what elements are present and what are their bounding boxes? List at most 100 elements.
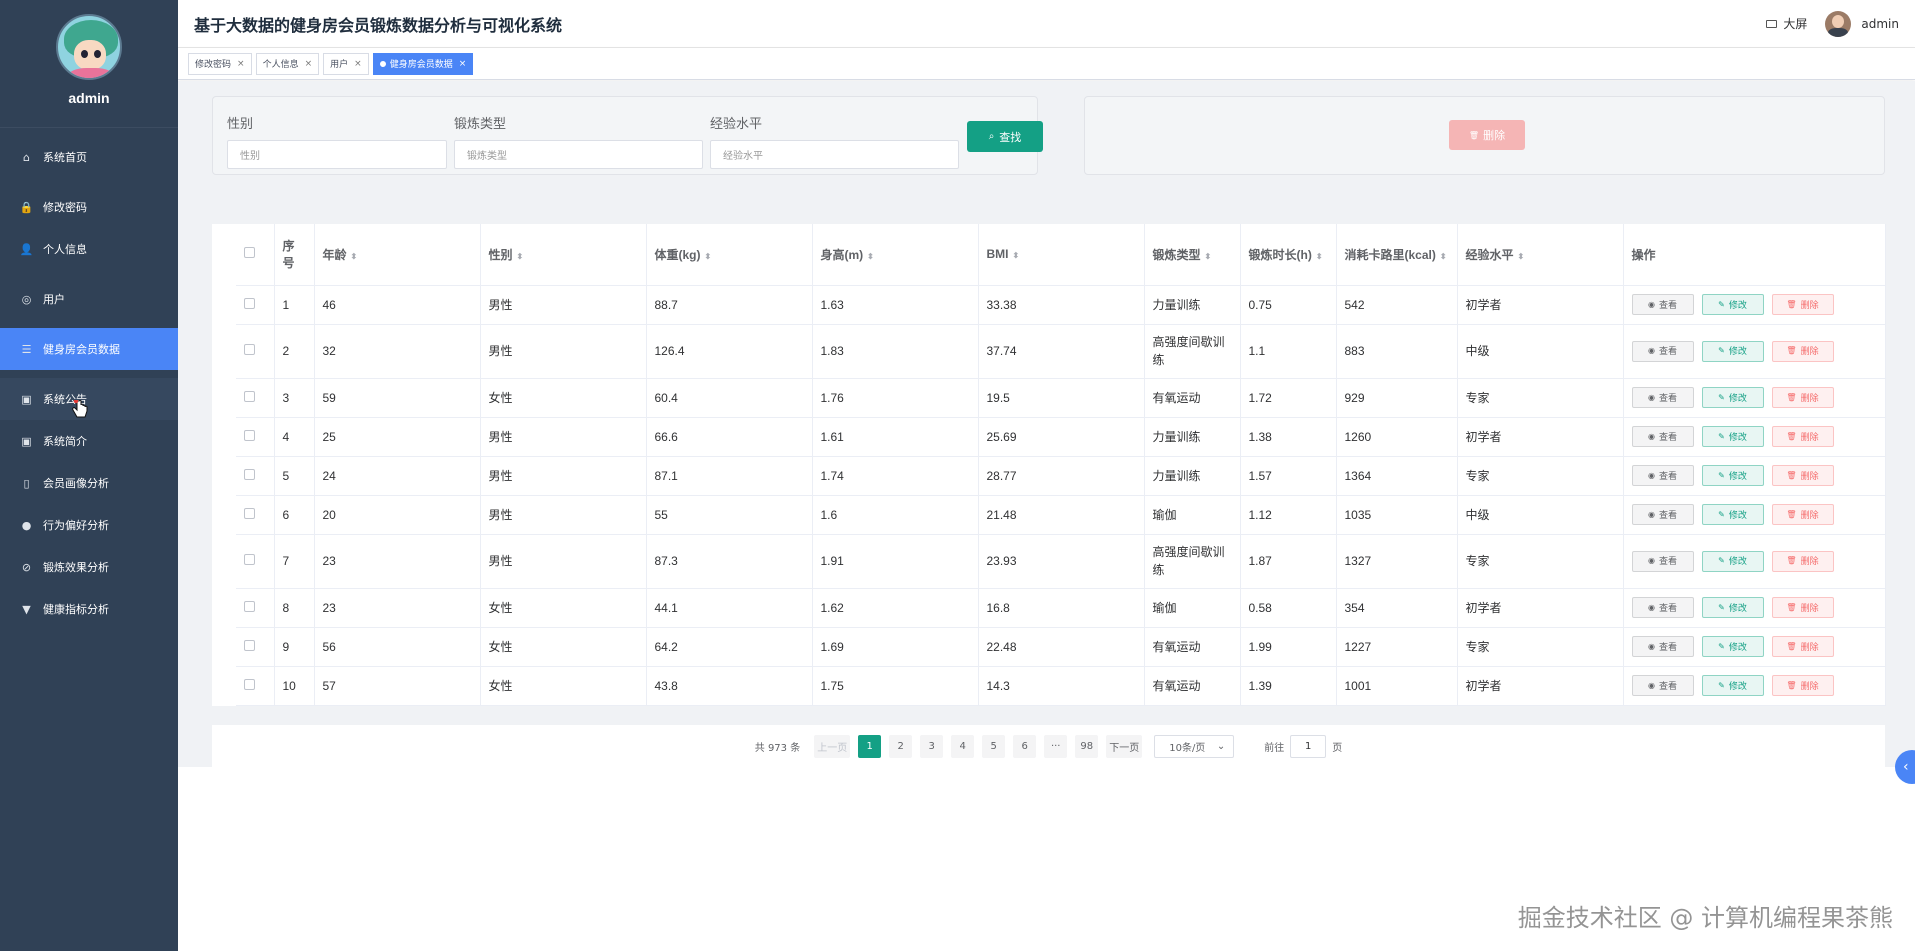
experience-level-input[interactable]: 经验水平 — [710, 140, 959, 169]
tag-1[interactable]: 个人信息 × — [255, 52, 320, 75]
sort-icon[interactable]: ⬍ — [1440, 252, 1447, 261]
edit-button[interactable]: ✎ 修改 — [1701, 597, 1764, 618]
view-button[interactable]: ◉ 查看 — [1631, 340, 1694, 362]
collapse-toggle-button[interactable]: ‹ — [1895, 750, 1915, 784]
tag-0[interactable]: 修改密码 × — [188, 52, 252, 75]
sort-icon[interactable]: ⬍ — [867, 252, 874, 261]
view-button[interactable]: ◉ 查看 — [1631, 636, 1694, 657]
delete-button[interactable]: 🗑 删除 — [1771, 636, 1834, 657]
edit-button[interactable]: ✎ 修改 — [1701, 675, 1764, 696]
search-button[interactable]: ⌕ 查找 — [967, 121, 1043, 152]
row-checkbox[interactable] — [244, 600, 255, 612]
delete-button[interactable]: 🗑 删除 — [1771, 550, 1834, 572]
column-header[interactable]: 性别 ⬍ — [480, 224, 647, 286]
row-checkbox[interactable] — [244, 639, 255, 651]
view-button[interactable]: ◉ 查看 — [1631, 465, 1694, 486]
sidebar-item-7[interactable]: ▯ 会员画像分析 — [0, 462, 178, 504]
sidebar-item-5[interactable]: ▣ 系统公告 — [0, 378, 178, 420]
sort-icon[interactable]: ⬍ — [705, 252, 712, 261]
edit-button[interactable]: ✎ 修改 — [1701, 387, 1764, 408]
sort-icon[interactable]: ⬍ — [351, 252, 358, 261]
page-number-button[interactable]: 98 — [1075, 734, 1099, 758]
view-button[interactable]: ◉ 查看 — [1631, 597, 1694, 618]
edit-button[interactable]: ✎ 修改 — [1701, 426, 1764, 447]
column-header[interactable]: 经验水平 ⬍ — [1457, 224, 1624, 286]
row-checkbox[interactable] — [244, 344, 255, 355]
sidebar-item-9[interactable]: ⊘ 锻炼效果分析 — [0, 546, 178, 588]
delete-button[interactable]: 🗑 删除 — [1771, 597, 1834, 618]
row-checkbox[interactable] — [244, 390, 255, 402]
delete-button[interactable]: 🗑 删除 — [1771, 387, 1834, 408]
page-number-button[interactable]: ··· — [1044, 734, 1068, 758]
avatar[interactable] — [56, 14, 122, 80]
sort-icon[interactable]: ⬍ — [1316, 252, 1323, 261]
select-all-checkbox[interactable] — [244, 247, 255, 259]
view-button[interactable]: ◉ 查看 — [1631, 504, 1694, 525]
view-button[interactable]: ◉ 查看 — [1631, 550, 1694, 572]
exercise-type-input[interactable]: 锻炼类型 — [454, 140, 703, 169]
tag-3[interactable]: 健身房会员数据 × — [372, 52, 474, 75]
close-icon[interactable]: × — [305, 59, 313, 69]
column-header[interactable]: 体重(kg) ⬍ — [646, 224, 813, 286]
row-checkbox[interactable] — [244, 507, 255, 519]
next-page-button[interactable]: 下一页 — [1106, 734, 1143, 758]
sidebar-item-6[interactable]: ▣ 系统简介 — [0, 420, 178, 462]
page-number-button[interactable]: 6 — [1013, 734, 1037, 758]
sort-icon[interactable]: ⬍ — [1013, 251, 1020, 260]
row-checkbox[interactable] — [244, 429, 255, 441]
sidebar-item-1[interactable]: 🔒 修改密码 — [0, 186, 178, 228]
sort-icon[interactable]: ⬍ — [517, 252, 524, 261]
gender-input[interactable]: 性别 — [227, 140, 447, 169]
sidebar-item-10[interactable]: ▼ 健康指标分析 — [0, 588, 178, 630]
view-button[interactable]: ◉ 查看 — [1631, 387, 1694, 408]
close-icon[interactable]: × — [237, 59, 245, 69]
sidebar-item-8[interactable]: ● 行为偏好分析 — [0, 504, 178, 546]
column-header[interactable]: 消耗卡路里(kcal) ⬍ — [1336, 224, 1458, 286]
goto-page-input[interactable]: 1 — [1290, 734, 1327, 758]
page-number-button[interactable]: 1 — [858, 734, 882, 758]
edit-button[interactable]: ✎ 修改 — [1701, 504, 1764, 525]
close-icon[interactable]: × — [354, 59, 362, 69]
column-header[interactable]: 年龄 ⬍ — [314, 224, 481, 286]
delete-button[interactable]: 🗑 删除 — [1771, 294, 1834, 315]
page-number-button[interactable]: 2 — [889, 734, 913, 758]
user-avatar[interactable] — [1825, 10, 1852, 37]
tag-2[interactable]: 用户 × — [323, 52, 369, 75]
delete-button[interactable]: 🗑 删除 — [1771, 340, 1834, 362]
delete-button[interactable]: 🗑 删除 — [1771, 504, 1834, 525]
sidebar-item-3[interactable]: ◎ 用户 — [0, 278, 178, 320]
batch-delete-button[interactable]: 🗑 删除 — [1449, 120, 1525, 150]
row-checkbox[interactable] — [244, 554, 255, 565]
column-header[interactable]: 锻炼类型 ⬍ — [1144, 224, 1241, 286]
bigscreen-link[interactable]: 大屏 — [1766, 15, 1807, 32]
sidebar-item-4[interactable]: ☰ 健身房会员数据 — [0, 328, 178, 370]
edit-button[interactable]: ✎ 修改 — [1701, 294, 1764, 315]
row-checkbox[interactable] — [244, 297, 255, 309]
column-header[interactable]: 身高(m) ⬍ — [812, 224, 979, 286]
edit-button[interactable]: ✎ 修改 — [1701, 550, 1764, 572]
column-header[interactable]: 锻炼时长(h) ⬍ — [1240, 224, 1337, 286]
page-number-button[interactable]: 3 — [920, 734, 944, 758]
view-button[interactable]: ◉ 查看 — [1631, 675, 1694, 696]
delete-button[interactable]: 🗑 删除 — [1771, 426, 1834, 447]
sort-icon[interactable]: ⬍ — [1205, 252, 1212, 261]
close-icon[interactable]: × — [459, 59, 467, 69]
view-button[interactable]: ◉ 查看 — [1631, 294, 1694, 315]
row-checkbox[interactable] — [244, 678, 255, 690]
page-size-select[interactable]: 10条/页 ⌄ — [1154, 734, 1235, 758]
row-checkbox[interactable] — [244, 468, 255, 480]
delete-button[interactable]: 🗑 删除 — [1771, 465, 1834, 486]
sidebar-item-2[interactable]: 👤 个人信息 — [0, 228, 178, 270]
edit-button[interactable]: ✎ 修改 — [1701, 465, 1764, 486]
delete-button[interactable]: 🗑 删除 — [1771, 675, 1834, 696]
page-number-button[interactable]: 5 — [982, 734, 1006, 758]
edit-button[interactable]: ✎ 修改 — [1701, 340, 1764, 362]
sidebar-item-0[interactable]: ⌂ 系统首页 — [0, 136, 178, 178]
header-username[interactable]: admin — [1861, 17, 1899, 31]
sort-icon[interactable]: ⬍ — [1518, 252, 1525, 261]
column-header[interactable]: BMI ⬍ — [978, 224, 1145, 286]
prev-page-button[interactable]: 上一页 — [814, 734, 851, 758]
page-number-button[interactable]: 4 — [951, 734, 975, 758]
edit-button[interactable]: ✎ 修改 — [1701, 636, 1764, 657]
view-button[interactable]: ◉ 查看 — [1631, 426, 1694, 447]
